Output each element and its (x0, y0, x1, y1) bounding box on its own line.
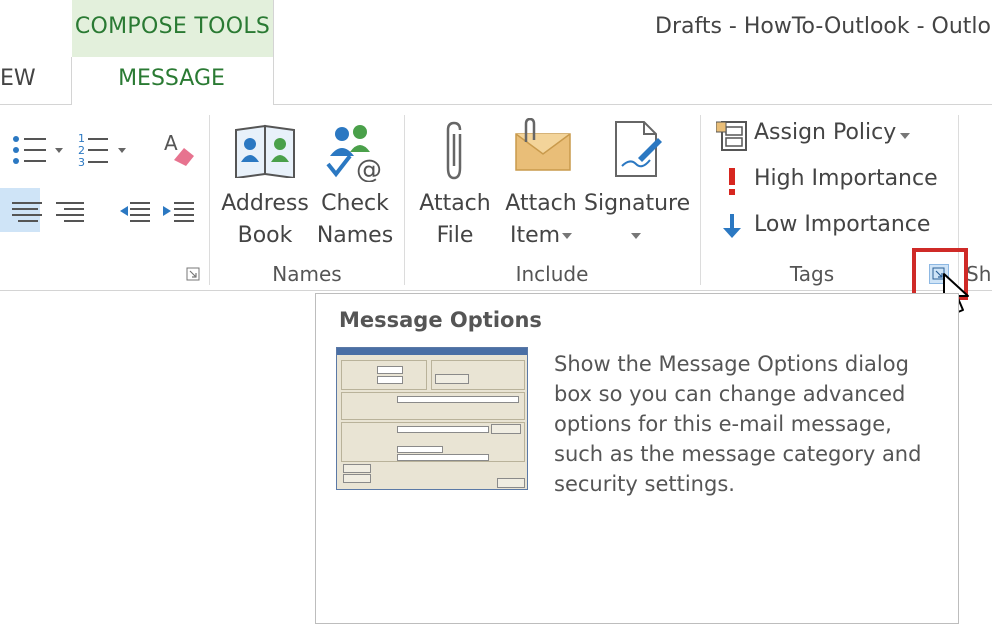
address-book-icon (235, 124, 295, 178)
high-importance-label: High Importance (754, 166, 938, 191)
svg-text:3: 3 (78, 156, 85, 169)
attach-item-button[interactable]: Attach Item (498, 118, 584, 258)
tab-view[interactable]: EW (0, 66, 36, 91)
chevron-down-icon (562, 233, 572, 239)
policy-icon (716, 121, 747, 151)
exclamation-icon (729, 168, 735, 195)
window-title: Drafts - HowTo-Outlook - Outlo (655, 14, 991, 39)
signature-icon (615, 121, 662, 177)
numbering-button[interactable]: 1 2 3 (78, 130, 134, 170)
attach-item-label-line2: Item (509, 223, 561, 248)
eraser-icon: A (164, 131, 194, 166)
align-right-icon (56, 202, 84, 222)
low-importance-label: Low Importance (754, 212, 931, 237)
arrow-down-icon (723, 214, 741, 238)
attach-item-icon (515, 118, 571, 171)
group-separator (209, 115, 210, 285)
compose-tools-label: COMPOSE TOOLS (74, 14, 271, 39)
tooltip-title: Message Options (339, 308, 542, 332)
align-center-icon (14, 202, 42, 222)
assign-policy-button[interactable]: Assign Policy (714, 118, 914, 154)
attach-file-button[interactable]: Attach File (412, 118, 498, 258)
address-book-label-line1: Address (221, 191, 309, 216)
high-importance-button[interactable]: High Importance (714, 164, 944, 200)
attach-file-label-line1: Attach (419, 191, 491, 216)
message-options-dialog-thumbnail (336, 347, 528, 490)
svg-text:A: A (164, 131, 178, 155)
check-names-icon: @ (326, 125, 382, 182)
tooltip-description: Show the Message Options dialog box so y… (554, 352, 922, 496)
svg-text:@: @ (356, 155, 382, 182)
dialog-launcher-icon (186, 267, 200, 281)
bullets-icon (13, 136, 63, 164)
tags-group-label: Tags (789, 262, 835, 286)
tab-message-label[interactable]: MESSAGE (71, 66, 272, 91)
address-book-button[interactable]: Address Book (218, 118, 312, 258)
include-group-label: Include (515, 262, 589, 286)
increase-indent-icon (163, 202, 194, 222)
chevron-down-icon (631, 233, 641, 239)
signature-button[interactable]: Signature (584, 118, 691, 258)
attach-item-label-line1: Attach (505, 191, 577, 216)
check-names-label-line1: Check (321, 191, 389, 216)
group-separator (404, 115, 405, 285)
check-names-button[interactable]: @ Check Names (312, 118, 398, 258)
attach-file-label-line2: File (436, 223, 474, 248)
signature-label: Signature (584, 191, 691, 216)
check-names-label-line2: Names (316, 223, 394, 248)
clear-formatting-button[interactable]: A (160, 130, 200, 170)
assign-policy-label: Assign Policy (754, 120, 897, 145)
group-separator (700, 115, 701, 285)
ribbon-divider (0, 290, 992, 291)
decrease-indent-button[interactable] (118, 198, 152, 228)
paperclip-icon (446, 121, 462, 180)
increase-indent-button[interactable] (160, 198, 196, 228)
basic-text-dialog-launcher[interactable] (186, 266, 200, 281)
names-group-label: Names (272, 262, 342, 286)
align-right-button[interactable] (56, 198, 86, 228)
chevron-down-icon (900, 133, 910, 139)
decrease-indent-icon (120, 202, 150, 222)
numbering-icon: 1 2 3 (78, 132, 126, 169)
bullets-button[interactable] (10, 130, 72, 170)
low-importance-button[interactable]: Low Importance (714, 210, 944, 246)
center-button[interactable] (14, 198, 44, 228)
address-book-label-line2: Book (237, 223, 293, 248)
